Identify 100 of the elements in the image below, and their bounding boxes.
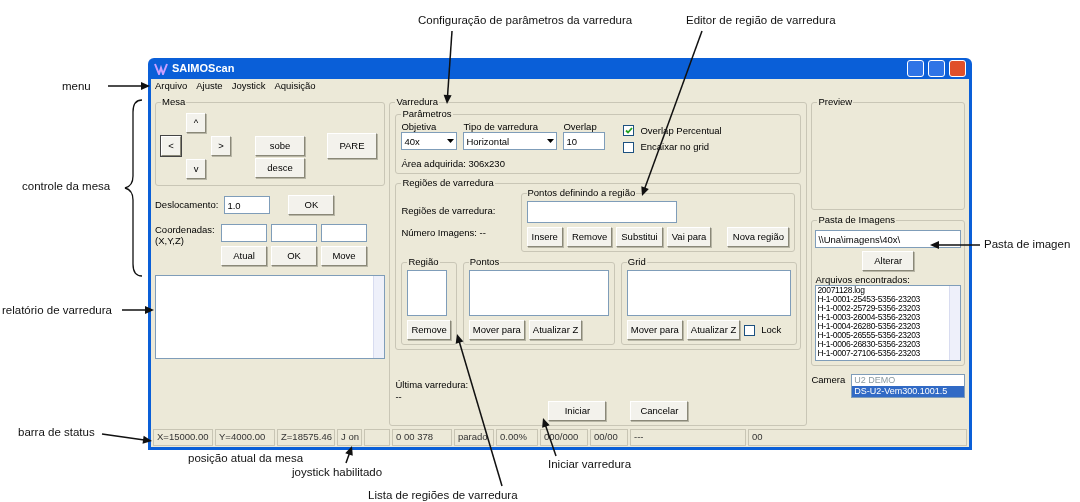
group-title: Varredura (395, 96, 439, 108)
annotation-label: menu (62, 80, 91, 93)
app-icon (154, 62, 168, 75)
field-label: Arquivos encontrados: (815, 274, 911, 286)
annotation-label: relatório de varredura (2, 304, 112, 317)
list-item[interactable]: DS-U2-Vem300.1001.5 (852, 386, 964, 397)
annotation-label: Pasta de imagen (984, 238, 1071, 251)
annotation-label: controle da mesa (22, 180, 111, 193)
info-text: Área adquirida: 306x230 (401, 157, 506, 170)
status-text: 0 00 378 (392, 429, 452, 446)
list-item[interactable]: H-1-0007-27106-5356-23203 (817, 349, 949, 359)
annotation-label: posição atual da mesa (188, 452, 304, 465)
button[interactable]: Insere (526, 227, 563, 248)
list-item[interactable]: H-1-0004-26280-5356-23203 (817, 322, 949, 332)
list-item[interactable]: H-1-0001-25453-5356-23203 (817, 295, 949, 305)
annotation-label: barra de status (18, 426, 95, 439)
group-title: Pontos (468, 256, 501, 268)
menu-item[interactable]: Aquisição (274, 80, 316, 93)
input-field[interactable] (271, 224, 317, 242)
button[interactable]: Substitui (616, 227, 663, 248)
button[interactable]: > (211, 136, 231, 156)
status-text: X=15000.00 (153, 429, 213, 446)
status-cell (364, 429, 390, 446)
field-label: Deslocamento: (155, 199, 219, 211)
field-label: Coordenadas: (155, 224, 216, 236)
list-item[interactable]: H-1-0002-25729-5356-23203 (817, 304, 949, 314)
input-field[interactable]: \\Una\imagens\40x\ (815, 230, 961, 248)
status-text: J on (337, 429, 362, 446)
status-text: --- (630, 429, 746, 446)
group-title: Preview (817, 96, 854, 108)
button[interactable]: Cancelar (630, 401, 689, 421)
button[interactable]: Remove (566, 227, 613, 248)
maximize-button[interactable] (928, 60, 945, 77)
input-field[interactable] (526, 201, 677, 224)
button[interactable]: Atualizar Z (528, 320, 583, 341)
button[interactable]: Atualizar Z (686, 320, 741, 341)
field-label: Objetiva (401, 121, 438, 133)
button[interactable]: < (161, 136, 181, 156)
button[interactable]: Move (321, 246, 367, 266)
field-label: Tipo de varredura (463, 121, 540, 133)
button[interactable]: Mover para (626, 320, 683, 341)
field-label: (X,Y,Z) (155, 235, 185, 247)
input-field[interactable]: 10 (563, 132, 606, 151)
info-text: -- (395, 390, 403, 402)
button[interactable]: Vai para (666, 227, 712, 248)
button[interactable]: Iniciar (548, 401, 607, 421)
list-item[interactable]: H-1-0003-26004-5356-23203 (817, 313, 949, 323)
button[interactable]: ^ (186, 113, 206, 133)
list-item[interactable]: H-1-0006-26830-5356-23203 (817, 340, 949, 350)
dropdown[interactable]: 40x (401, 132, 458, 151)
input-field[interactable]: 1.0 (224, 196, 271, 214)
annotation-label: Editor de região de varredura (686, 14, 836, 27)
button[interactable]: PARE (327, 133, 377, 159)
status-text: 00/00 (590, 429, 628, 446)
button[interactable]: Remove (407, 320, 451, 341)
status-text: 00 (748, 429, 967, 446)
button[interactable]: Nova região (727, 227, 790, 248)
group-title: Região (407, 256, 440, 268)
list-item[interactable]: H-1-0005-26555-5356-23203 (817, 331, 949, 341)
info-text: Regiões de varredura: (401, 205, 497, 217)
button[interactable]: desce (255, 158, 305, 178)
button[interactable]: Atual (221, 246, 267, 266)
minimize-button[interactable] (907, 60, 924, 77)
info-text: Última varredura: (395, 379, 470, 391)
button[interactable]: Mover para (468, 320, 525, 341)
input-field[interactable] (221, 224, 267, 242)
group-title: Mesa (161, 96, 187, 108)
checkbox-label: Lock (761, 324, 782, 336)
menu-item[interactable]: Joystick (231, 80, 266, 93)
button[interactable]: Alterar (862, 251, 915, 271)
list-box (407, 270, 448, 317)
annotation-label: Configuração de parâmetros da varredura (418, 14, 633, 27)
button[interactable]: OK (271, 246, 317, 266)
status-text: parado (454, 429, 494, 446)
arrow (121, 306, 154, 314)
menu-item[interactable]: Ajuste (196, 80, 223, 93)
window-title: SAIMOScan (172, 61, 235, 76)
annotation-label: Lista de regiões de varredura (368, 489, 518, 502)
status-text: Y=4000.00 (215, 429, 275, 446)
input-field[interactable] (321, 224, 367, 242)
list-item[interactable]: 20071128.log (817, 286, 949, 296)
annotation-label: joystick habilitado (292, 466, 383, 479)
group-title: Pontos definindo a região (526, 187, 637, 199)
group-title: Pasta de Imagens (817, 214, 896, 226)
button[interactable]: v (186, 159, 206, 179)
arrow (107, 82, 150, 90)
checkbox[interactable] (623, 141, 635, 153)
field-label: Overlap (563, 121, 598, 133)
dropdown-arrow-icon (447, 139, 455, 144)
button[interactable]: OK (288, 195, 335, 215)
close-button[interactable] (949, 60, 966, 77)
checkbox[interactable] (623, 125, 635, 137)
button[interactable]: sobe (255, 136, 305, 156)
checkbox[interactable] (744, 324, 756, 336)
group-title: Regiões de varredura (401, 177, 495, 189)
dropdown[interactable]: Horizontal (463, 132, 558, 151)
arrow (101, 433, 152, 444)
dropdown-value: Horizontal (466, 135, 510, 148)
field-label: Camera (811, 374, 846, 386)
menu-item[interactable]: Arquivo (155, 80, 188, 93)
